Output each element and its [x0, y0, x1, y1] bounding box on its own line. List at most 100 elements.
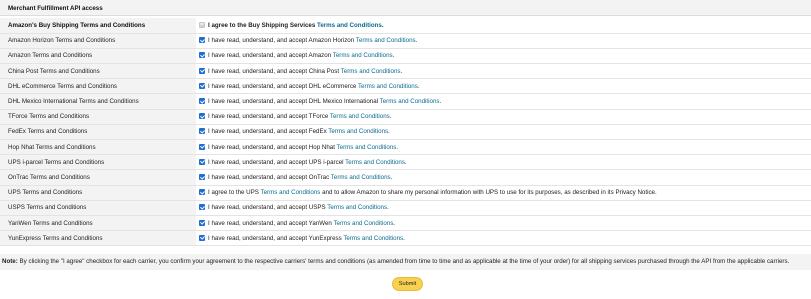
terms-row-label: China Post Terms and Conditions	[0, 63, 196, 80]
terms-row: DHL Mexico International Terms and Condi…	[0, 93, 811, 110]
agreement-text-end: .	[415, 37, 418, 45]
terms-link[interactable]: Terms and Conditions	[261, 189, 321, 196]
terms-row-label: FedEx Terms and Conditions	[0, 124, 196, 141]
terms-row-agreement: I have read, understand, and accept FedE…	[196, 124, 811, 141]
terms-row-agreement: I have read, understand, and accept Hop …	[196, 139, 811, 156]
terms-link[interactable]: Terms and Conditions	[333, 220, 393, 227]
terms-row-label: USPS Terms and Conditions	[0, 200, 196, 216]
agreement-text: I have read, understand, and accept FedE…	[208, 128, 329, 136]
agree-checkbox[interactable]	[199, 143, 205, 150]
note-bar: Note: By clicking the "I agree" checkbox…	[0, 254, 811, 270]
agreement-text: I have read, understand, and accept UPS …	[208, 158, 346, 166]
agree-checkbox[interactable]	[199, 52, 205, 59]
note-text: By clicking the "I agree" checkbox for e…	[17, 258, 790, 265]
agreement-text-end: .	[390, 173, 393, 181]
agreement-text: I have read, understand, and accept DHL …	[208, 98, 380, 106]
agreement-text: I have read, understand, and accept DHL …	[208, 82, 358, 90]
note-label: Note:	[2, 258, 18, 265]
terms-row-agreement: I have read, understand, and accept DHL …	[196, 78, 811, 95]
agreement-text: I agree to the Buy Shipping Services	[208, 21, 317, 29]
agreement-text-end: .	[417, 82, 420, 90]
terms-link[interactable]: Terms and Conditions	[380, 98, 440, 105]
agree-checkbox	[199, 21, 205, 28]
agreement-text-end: .	[400, 67, 403, 75]
terms-row: Amazon Terms and Conditions I have read, …	[0, 48, 811, 65]
agreement-text: I have read, understand, and accept OnTr…	[208, 173, 331, 181]
terms-link[interactable]: Terms and Conditions	[356, 37, 416, 44]
submit-button[interactable]: Submit	[392, 277, 423, 291]
agreement-text: I have read, understand, and accept YunE…	[208, 234, 344, 242]
merchant-fulfillment-panel: Merchant Fulfillment API access Amazon's…	[0, 0, 811, 299]
terms-row-agreement: I have read, understand, and accept DHL …	[196, 93, 811, 110]
agreement-text-end: .	[387, 204, 389, 212]
terms-row-agreement: I have read, understand, and accept Amaz…	[196, 48, 811, 65]
terms-link[interactable]: Terms and Conditions	[345, 159, 405, 166]
terms-row-label: Amazon's Buy Shipping Terms and Conditio…	[0, 18, 196, 34]
terms-link[interactable]: Terms and Conditions	[358, 83, 418, 90]
terms-row: DHL eCommerce Terms and Conditions I have…	[0, 78, 811, 95]
agree-checkbox[interactable]	[199, 204, 205, 211]
terms-row-agreement: I agree to the Buy Shipping Services Ter…	[196, 18, 811, 34]
agreement-text-end: .	[388, 128, 390, 136]
terms-row-label: UPS i-parcel Terms and Conditions	[0, 154, 196, 171]
agree-checkbox[interactable]	[199, 234, 205, 241]
agreement-text: I have read, understand, and accept Chin…	[208, 67, 341, 75]
terms-row-label: UPS Terms and Conditions	[0, 185, 196, 201]
terms-row-label: YunExpress Terms and Conditions	[0, 230, 196, 247]
agree-checkbox[interactable]	[199, 173, 205, 180]
terms-link[interactable]: Terms and Conditions	[343, 235, 403, 242]
agreement-text-end: .	[392, 52, 395, 60]
terms-link[interactable]: Terms and Conditions	[333, 52, 393, 59]
terms-table: Amazon's Buy Shipping Terms and Conditio…	[0, 18, 811, 247]
agree-checkbox[interactable]	[199, 82, 205, 89]
agree-checkbox[interactable]	[199, 158, 205, 165]
agree-checkbox[interactable]	[199, 98, 205, 105]
terms-row: Amazon Horizon Terms and Conditions I hav…	[0, 33, 811, 49]
agreement-text-end: .	[389, 113, 392, 121]
terms-row: Hop Nhat Terms and Conditions I have read…	[0, 139, 811, 156]
agreement-text: I have read, understand, and accept TFor…	[208, 113, 330, 121]
agreement-text: I have read, understand, and accept Amaz…	[208, 52, 333, 60]
terms-row-agreement: I have read, understand, and accept Amaz…	[196, 33, 811, 49]
terms-row-label: DHL eCommerce Terms and Conditions	[0, 78, 196, 95]
agree-checkbox[interactable]	[199, 113, 205, 120]
agreement-text-end: .	[439, 98, 442, 106]
terms-row-label: Amazon Horizon Terms and Conditions	[0, 33, 196, 49]
terms-link[interactable]: Terms and Conditions	[341, 68, 401, 75]
terms-link[interactable]: Terms and Conditions	[328, 128, 388, 135]
terms-row-agreement: I have read, understand, and accept YunE…	[196, 230, 811, 247]
terms-row-agreement: I have read, understand, and accept OnTr…	[196, 169, 811, 186]
agree-checkbox[interactable]	[199, 67, 205, 74]
agree-checkbox[interactable]	[199, 219, 205, 226]
agreement-text-end: .	[404, 158, 407, 166]
terms-row-label: Amazon Terms and Conditions	[0, 48, 196, 65]
terms-rows: Amazon's Buy Shipping Terms and Conditio…	[0, 18, 811, 247]
terms-link[interactable]: Terms and Conditions	[330, 113, 390, 120]
section-title: Merchant Fulfillment API access	[0, 0, 811, 16]
terms-link[interactable]: Terms and Conditions	[331, 174, 391, 181]
terms-row-agreement: I have read, understand, and accept USPS…	[196, 200, 811, 216]
agreement-text-end: .	[393, 219, 396, 227]
agreement-text: I have read, understand, and accept Amaz…	[208, 37, 356, 45]
terms-link[interactable]: Terms and Conditions	[327, 204, 387, 211]
agreement-text-end: .	[403, 234, 405, 242]
terms-link[interactable]: Terms and Conditions	[337, 144, 397, 151]
terms-row: FedEx Terms and Conditions I have read, u…	[0, 124, 811, 141]
terms-row-label: TForce Terms and Conditions	[0, 109, 196, 125]
terms-row-agreement: I agree to the UPS Terms and Conditions …	[196, 185, 811, 201]
terms-row: UPS i-parcel Terms and Conditions I have …	[0, 154, 811, 171]
agreement-text: I have read, understand, and accept USPS	[208, 204, 328, 212]
terms-row: OnTrac Terms and Conditions I have read, …	[0, 169, 811, 186]
terms-row-agreement: I have read, understand, and accept YanW…	[196, 215, 811, 232]
agreement-text-end: and to allow Amazon to share my personal…	[320, 189, 657, 197]
agreement-text: I agree to the UPS	[208, 189, 261, 197]
agree-checkbox[interactable]	[199, 189, 205, 196]
agree-checkbox[interactable]	[199, 37, 205, 44]
terms-row: YunExpress Terms and Conditions I have re…	[0, 230, 811, 247]
terms-link[interactable]: Terms and Conditions	[317, 22, 382, 29]
terms-row: YanWen Terms and Conditions I have read, …	[0, 215, 811, 232]
terms-row-label: Hop Nhat Terms and Conditions	[0, 139, 196, 156]
agree-checkbox[interactable]	[199, 128, 205, 135]
terms-row-agreement: I have read, understand, and accept UPS …	[196, 154, 811, 171]
terms-row-agreement: I have read, understand, and accept Chin…	[196, 63, 811, 80]
